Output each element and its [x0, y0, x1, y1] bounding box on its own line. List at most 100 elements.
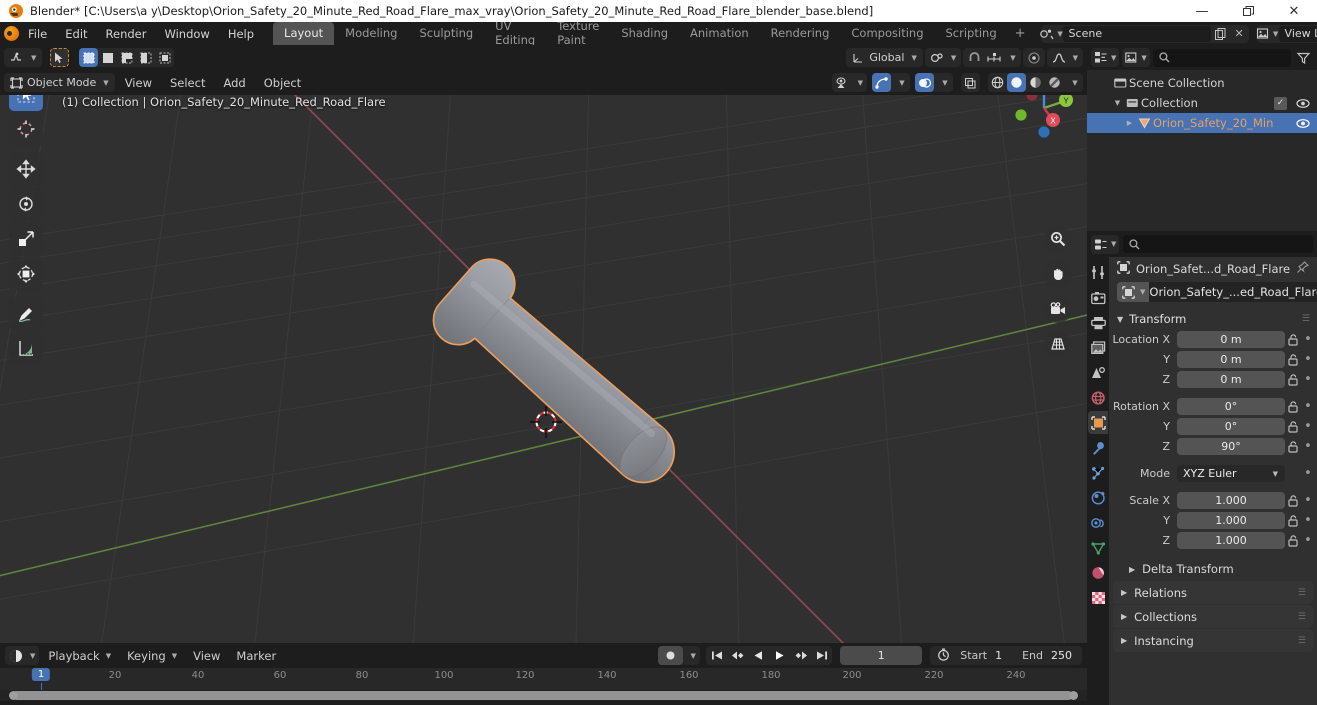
scale-z-field[interactable]: 1.000: [1177, 532, 1285, 549]
instancing-panel[interactable]: ▶ Instancing ☰: [1113, 629, 1313, 652]
falloff-dropdown[interactable]: ▼: [1046, 48, 1083, 67]
outliner-search-input[interactable]: [1152, 48, 1291, 67]
stopwatch-icon[interactable]: [930, 648, 950, 664]
gizmo-dropdown-icon[interactable]: ▼: [891, 73, 910, 92]
timeline-menu-view[interactable]: View: [186, 647, 227, 665]
snap-group[interactable]: ▼: [963, 48, 1021, 67]
properties-content[interactable]: Orion_Safet...d_Road_Flare ▼ Orion_Safet…: [1109, 257, 1317, 705]
properties-editor[interactable]: ▼ Orion_Safet...d_Road_Flare ▼ Orion_Saf…: [1087, 231, 1317, 705]
select-difference-icon[interactable]: [155, 48, 174, 67]
transform-orientation-dropdown[interactable]: Global ▼: [846, 48, 923, 67]
tab-render[interactable]: [1088, 286, 1108, 309]
scene-name-field[interactable]: Scene: [1062, 25, 1211, 42]
rotation-x-field[interactable]: 0°: [1177, 398, 1285, 415]
shading-dropdown-icon[interactable]: ▼: [1064, 73, 1083, 92]
viewport-render-area[interactable]: [0, 70, 1087, 643]
location-z-field[interactable]: 0 m: [1177, 371, 1285, 388]
scale-z-row[interactable]: Z 1.000 •: [1109, 531, 1317, 550]
material-preview-shading-icon[interactable]: [1026, 73, 1045, 92]
lock-icon[interactable]: [1285, 400, 1302, 413]
rotation-x-row[interactable]: Rotation X 0° •: [1109, 397, 1317, 416]
rotation-mode-dropdown[interactable]: XYZ Euler ▼: [1177, 465, 1285, 482]
scale-x-field[interactable]: 1.000: [1177, 492, 1285, 509]
gizmo-toggle-icon[interactable]: [872, 73, 891, 92]
expander-object[interactable]: ▶: [1123, 119, 1136, 127]
animate-property-dot[interactable]: •: [1302, 439, 1314, 454]
jump-to-end-button[interactable]: [811, 646, 832, 665]
active-tool-dropdown[interactable]: ▼: [4, 48, 43, 67]
blender-menu-icon[interactable]: [4, 26, 19, 41]
tab-physics[interactable]: [1088, 486, 1108, 509]
overlays-dropdown-icon[interactable]: ▼: [934, 73, 953, 92]
outliner-row-object[interactable]: ▶ Orion_Safety_20_Min: [1087, 113, 1317, 133]
select-subtract-icon[interactable]: [136, 48, 155, 67]
animate-property-dot[interactable]: •: [1302, 493, 1314, 508]
viewport-menu-add[interactable]: Add: [215, 74, 253, 92]
outliner-row-scene-collection[interactable]: Scene Collection: [1087, 73, 1317, 93]
scale-x-row[interactable]: Scale X 1.000 •: [1109, 491, 1317, 510]
animate-property-dot[interactable]: •: [1302, 399, 1314, 414]
unlink-scene-icon[interactable]: ✕: [1230, 27, 1249, 40]
view-layer-icon[interactable]: ▼: [1256, 27, 1279, 40]
expander-collection[interactable]: ▼: [1111, 99, 1124, 107]
select-set-icon[interactable]: [98, 48, 117, 67]
select-box-icon[interactable]: [79, 48, 99, 67]
tab-modeling[interactable]: Modeling: [334, 22, 408, 45]
tab-data[interactable]: [1088, 536, 1108, 559]
object-name-value[interactable]: Orion_Safety_...ed_Road_Flare: [1149, 282, 1317, 302]
solid-shading-icon[interactable]: [1007, 73, 1026, 92]
object-type-icon[interactable]: ▼: [1117, 282, 1150, 302]
collections-panel[interactable]: ▶ Collections ☰: [1113, 605, 1313, 628]
lock-icon[interactable]: [1285, 534, 1302, 547]
timeline-menu-marker[interactable]: Marker: [229, 647, 283, 665]
3d-viewport[interactable]: ▼ Global ▼ ▼ ▼ ▼ Object Mode ▼ View Sele…: [0, 45, 1087, 643]
timeline-menu-keying[interactable]: Keying ▼: [120, 647, 184, 665]
tab-compositing[interactable]: Compositing: [840, 22, 934, 45]
cursor-tool[interactable]: [9, 112, 43, 146]
collection-checkbox[interactable]: ✓: [1274, 96, 1287, 110]
new-scene-icon[interactable]: [1211, 27, 1230, 40]
rotation-z-row[interactable]: Z 90° •: [1109, 437, 1317, 456]
animate-property-dot[interactable]: •: [1302, 466, 1314, 481]
animate-property-dot[interactable]: •: [1302, 419, 1314, 434]
minimize-button[interactable]: —: [1179, 0, 1225, 22]
close-button[interactable]: ✕: [1271, 0, 1317, 22]
eye-icon[interactable]: [1295, 98, 1311, 109]
timeline-menu-playback[interactable]: Playback ▼: [41, 647, 118, 665]
tab-texture[interactable]: [1088, 586, 1108, 609]
viewport-menu-object[interactable]: Object: [256, 74, 309, 92]
delta-transform-subpanel[interactable]: ▶ Delta Transform: [1109, 558, 1317, 580]
camera-view-icon[interactable]: [1044, 295, 1072, 323]
transform-panel-header[interactable]: ▼ Transform ☰: [1109, 308, 1317, 330]
outliner-tree[interactable]: Scene Collection ▼ Collection ✓ ▶ Orion_…: [1087, 70, 1317, 231]
tab-constraints[interactable]: [1088, 511, 1108, 534]
visibility-dropdown[interactable]: ▼: [831, 73, 867, 92]
end-frame-value[interactable]: 250: [1051, 649, 1082, 662]
outliner-filter-icon[interactable]: [1294, 48, 1313, 67]
move-tool[interactable]: [9, 152, 43, 186]
lock-icon[interactable]: [1285, 440, 1302, 453]
menu-window[interactable]: Window: [155, 24, 218, 44]
editor-type-dropdown[interactable]: ▼: [5, 646, 40, 665]
auto-key-dropdown-icon[interactable]: ▼: [683, 646, 700, 665]
rendered-shading-icon[interactable]: [1045, 73, 1064, 92]
toggle-ortho-perspective-icon[interactable]: [1044, 330, 1072, 358]
tab-world[interactable]: [1088, 386, 1108, 409]
eye-icon[interactable]: [1295, 118, 1311, 129]
jump-to-next-keyframe-button[interactable]: [790, 646, 811, 665]
annotate-tool[interactable]: [9, 297, 43, 331]
jump-to-prev-keyframe-button[interactable]: [727, 646, 748, 665]
tab-sculpting[interactable]: Sculpting: [408, 22, 484, 45]
animate-property-dot[interactable]: •: [1302, 332, 1314, 347]
current-frame-field[interactable]: 1: [840, 646, 923, 665]
rotation-y-field[interactable]: 0°: [1177, 418, 1285, 435]
tweak-tool-icon[interactable]: [50, 48, 70, 67]
tab-animation[interactable]: Animation: [679, 22, 760, 45]
animate-property-dot[interactable]: •: [1302, 372, 1314, 387]
location-y-field[interactable]: 0 m: [1177, 351, 1285, 368]
jump-to-start-button[interactable]: [706, 646, 727, 665]
tab-shading[interactable]: Shading: [610, 22, 679, 45]
scale-tool[interactable]: [9, 222, 43, 256]
menu-help[interactable]: Help: [219, 24, 263, 44]
tab-output[interactable]: [1088, 311, 1108, 334]
